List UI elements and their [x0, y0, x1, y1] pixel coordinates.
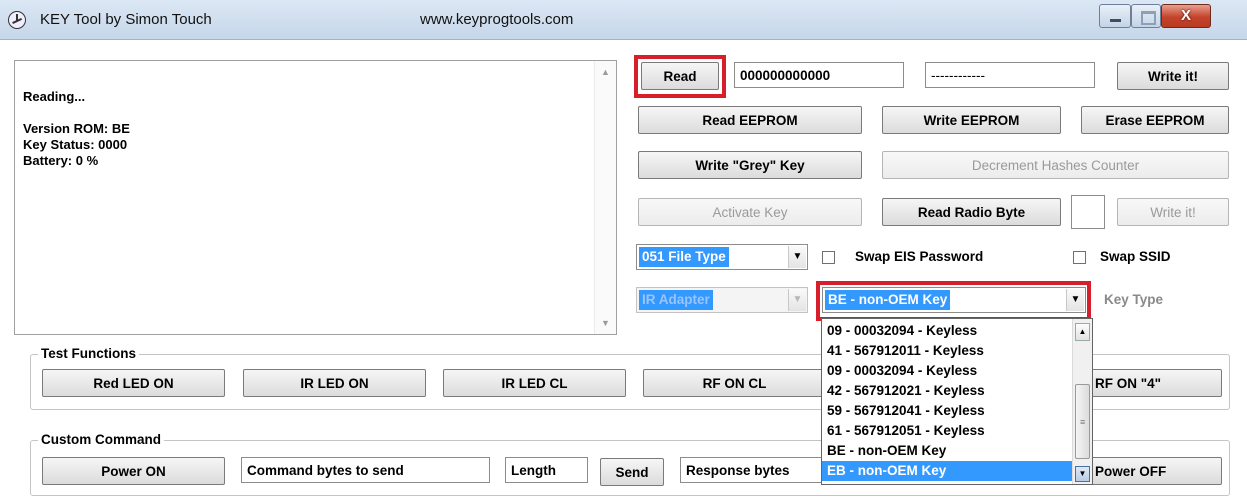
- maximize-button[interactable]: [1131, 4, 1161, 28]
- key-type-option-selected[interactable]: EB - non-OEM Key: [822, 461, 1072, 481]
- log-line: Reading...: [23, 89, 86, 104]
- red-led-on-button[interactable]: Red LED ON: [42, 369, 225, 397]
- custom-command-label: Custom Command: [38, 432, 165, 447]
- key-type-label: Key Type: [1104, 292, 1164, 307]
- minimize-button[interactable]: [1099, 4, 1131, 28]
- adapter-value: IR Adapter: [639, 290, 713, 310]
- ir-led-cl-button[interactable]: IR LED CL: [443, 369, 626, 397]
- length-input[interactable]: Length: [505, 457, 588, 483]
- read-button[interactable]: Read: [641, 62, 719, 90]
- key-type-option[interactable]: 42 - 567912021 - Keyless: [822, 381, 1072, 401]
- key-type-option[interactable]: 59 - 567912041 - Keyless: [822, 401, 1072, 421]
- key-type-option[interactable]: 09 - 00032094 - Keyless: [822, 361, 1072, 381]
- log-scrollbar[interactable]: ▲ ▼: [594, 61, 616, 334]
- window-url: www.keyprogtools.com: [420, 11, 574, 28]
- title-bar: KEY Tool by Simon Touch www.keyprogtools…: [0, 0, 1247, 40]
- log-output[interactable]: Reading... Version ROM: BE Key Status: 0…: [14, 60, 617, 335]
- scrollbar-thumb[interactable]: ≡: [1075, 384, 1090, 459]
- decrement-hashes-counter-button[interactable]: Decrement Hashes Counter: [882, 151, 1229, 179]
- grip-icon: ≡: [1080, 417, 1086, 427]
- chevron-down-icon: ▼: [788, 289, 806, 311]
- rf-on-cl-button[interactable]: RF ON CL: [643, 369, 826, 397]
- scroll-up-icon[interactable]: ▲: [1075, 323, 1090, 341]
- secondary-value-field[interactable]: ------------: [925, 62, 1095, 88]
- dropdown-scrollbar[interactable]: ▲ ≡ ▼: [1072, 319, 1092, 484]
- chevron-down-icon[interactable]: ▼: [1066, 289, 1084, 311]
- close-button[interactable]: [1161, 4, 1211, 28]
- scroll-down-icon[interactable]: ▼: [1075, 466, 1090, 482]
- scroll-down-icon[interactable]: ▼: [601, 318, 610, 328]
- command-bytes-input[interactable]: Command bytes to send: [241, 457, 490, 483]
- ir-led-on-button[interactable]: IR LED ON: [243, 369, 426, 397]
- swap-eis-password-checkbox[interactable]: [822, 251, 835, 264]
- window-title: KEY Tool by Simon Touch: [40, 11, 212, 28]
- log-line: Key Status: 0000: [23, 137, 128, 152]
- read-value-field[interactable]: 000000000000: [734, 62, 904, 88]
- adapter-select[interactable]: IR Adapter ▼: [636, 287, 808, 313]
- key-type-value: BE - non-OEM Key: [825, 290, 951, 310]
- read-eeprom-button[interactable]: Read EEPROM: [638, 106, 862, 134]
- swap-ssid-checkbox[interactable]: [1073, 251, 1086, 264]
- key-type-option[interactable]: BE - non-OEM Key: [822, 441, 1072, 461]
- write-grey-key-button[interactable]: Write "Grey" Key: [638, 151, 862, 179]
- write-eeprom-button[interactable]: Write EEPROM: [882, 106, 1061, 134]
- key-type-option[interactable]: 41 - 567912011 - Keyless: [822, 341, 1072, 361]
- key-type-option[interactable]: 61 - 567912051 - Keyless: [822, 421, 1072, 441]
- log-text: Reading... Version ROM: BE Key Status: 0…: [23, 89, 130, 169]
- radio-byte-field[interactable]: [1071, 195, 1105, 229]
- key-type-select[interactable]: BE - non-OEM Key ▼: [822, 287, 1086, 313]
- send-button[interactable]: Send: [600, 458, 664, 486]
- write-it-button[interactable]: Write it!: [1117, 62, 1229, 90]
- file-type-value: 051 File Type: [639, 247, 729, 267]
- chevron-down-icon[interactable]: ▼: [788, 246, 806, 268]
- swap-eis-password-label: Swap EIS Password: [855, 249, 984, 264]
- erase-eeprom-button[interactable]: Erase EEPROM: [1081, 106, 1229, 134]
- activate-key-button[interactable]: Activate Key: [638, 198, 862, 226]
- scroll-up-icon[interactable]: ▲: [601, 67, 610, 77]
- test-functions-label: Test Functions: [38, 346, 140, 361]
- log-line: Version ROM: BE: [23, 121, 130, 136]
- key-type-dropdown-list[interactable]: 09 - 00032094 - Keyless 41 - 567912011 -…: [821, 318, 1093, 485]
- app-logo-icon: [8, 11, 26, 29]
- file-type-select[interactable]: 051 File Type ▼: [636, 244, 808, 270]
- swap-ssid-label: Swap SSID: [1100, 249, 1171, 264]
- radio-write-it-button[interactable]: Write it!: [1117, 198, 1229, 226]
- read-radio-byte-button[interactable]: Read Radio Byte: [882, 198, 1061, 226]
- power-on-button[interactable]: Power ON: [42, 457, 225, 485]
- key-type-option[interactable]: 09 - 00032094 - Keyless: [822, 321, 1072, 341]
- log-line: Battery: 0 %: [23, 153, 99, 168]
